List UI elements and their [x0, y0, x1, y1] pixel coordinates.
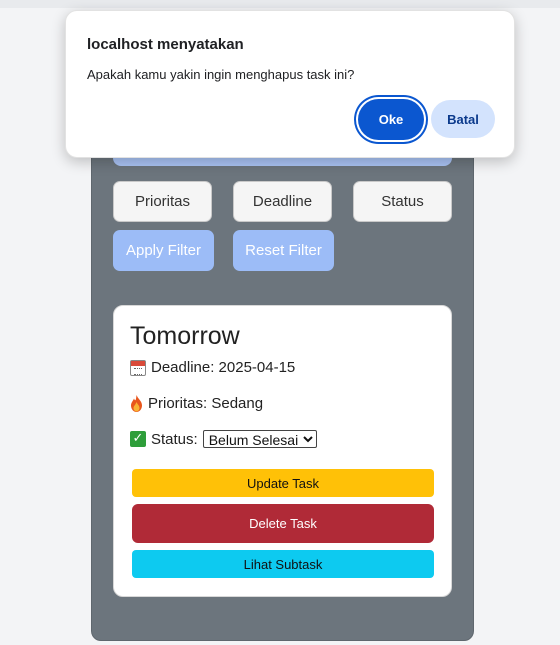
- reset-filter-button[interactable]: Reset Filter: [233, 230, 334, 271]
- task-priority: Prioritas: Sedang: [148, 395, 264, 412]
- task-title: Tomorrow: [130, 322, 240, 350]
- task-card: Tomorrow Deadline: 2025-04-15 Prioritas:…: [113, 305, 452, 597]
- dialog-title: localhost menyatakan: [87, 36, 244, 53]
- dialog-ok-button[interactable]: Oke: [358, 99, 424, 140]
- dialog-cancel-button[interactable]: Batal: [431, 100, 495, 138]
- update-task-button[interactable]: Update Task: [132, 469, 434, 497]
- sort-deadline-button[interactable]: Deadline: [233, 181, 332, 222]
- delete-task-button[interactable]: Delete Task: [132, 504, 434, 543]
- dialog-message: Apakah kamu yakin ingin menghapus task i…: [87, 67, 355, 82]
- calendar-icon: [130, 359, 146, 376]
- sort-priority-button[interactable]: Prioritas: [113, 181, 212, 222]
- task-deadline: Deadline: 2025-04-15: [151, 359, 296, 376]
- sort-status-button[interactable]: Status: [353, 181, 452, 222]
- browser-toolbar: [0, 0, 560, 8]
- status-select[interactable]: Belum Selesai: [202, 430, 317, 448]
- check-mark-icon: ✓: [130, 431, 146, 447]
- task-priority-row: Prioritas: Sedang: [130, 395, 263, 412]
- task-status-label: Status:: [151, 430, 198, 448]
- task-deadline-row: Deadline: 2025-04-15: [130, 359, 295, 376]
- fire-icon: [130, 395, 143, 412]
- confirm-dialog: localhost menyatakan Apakah kamu yakin i…: [65, 10, 515, 158]
- view-subtask-button[interactable]: Lihat Subtask: [132, 550, 434, 578]
- apply-filter-button[interactable]: Apply Filter: [113, 230, 214, 271]
- task-status-row: ✓ Status: Belum Selesai: [130, 430, 317, 448]
